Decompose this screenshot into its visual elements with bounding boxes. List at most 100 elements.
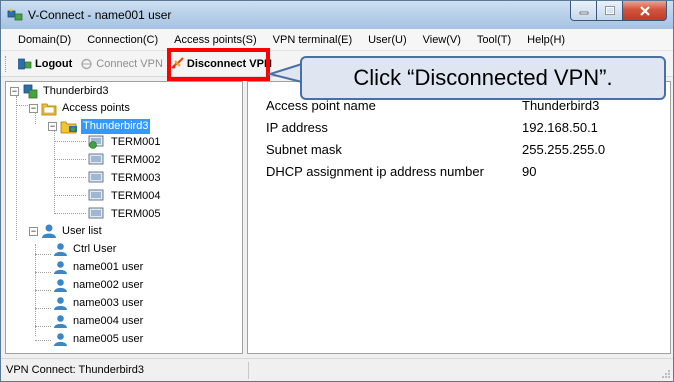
terminal-label: TERM003 [111,171,161,184]
connect-vpn-button[interactable]: Connect VPN [76,53,167,75]
tree-line [54,130,55,214]
terminal-online-icon [88,135,104,149]
tree-line [54,141,86,142]
tree-node-access-points[interactable]: − Access points [29,99,132,117]
tree-node-user[interactable]: name005 user [53,330,145,348]
user-icon [54,242,67,256]
menu-bar: Domain(D) Connection(C) Access points(S)… [1,29,673,51]
tree-node-terminal[interactable]: TERM003 [88,169,163,187]
user-icon [54,278,67,292]
status-text: VPN Connect: Thunderbird3 [1,361,249,379]
connect-vpn-icon [81,58,92,69]
property-row: IP address 192.168.50.1 [266,120,598,135]
user-label: name001 user [73,260,144,273]
menu-connection[interactable]: Connection(C) [79,29,166,51]
tree-user-list-label: User list [62,224,102,237]
tree-line [54,159,86,160]
logout-label: Logout [35,57,73,70]
property-row: Subnet mask 255.255.255.0 [266,142,605,157]
annotation-callout: Click “Disconnected VPN”. [300,56,666,100]
annotation-highlight-box [167,48,270,81]
terminal-label: TERM001 [111,135,161,148]
folder-icon [41,103,57,115]
tree-line [54,195,86,196]
user-icon [54,332,67,346]
domain-network-icon [23,84,38,99]
access-point-folder-icon [60,121,77,133]
tree-node-user[interactable]: name002 user [53,276,145,294]
tree-selected-ap-label: Thunderbird3 [81,118,151,134]
property-value: 192.168.50.1 [522,120,598,135]
tree-line [35,340,51,341]
connect-vpn-label: Connect VPN [96,57,163,70]
tree-line [35,272,51,273]
menu-user[interactable]: User(U) [360,29,415,51]
user-icon [54,296,67,310]
tree-panel[interactable]: − Thunderbird3 − Access points − Thunder… [5,81,243,354]
menu-tool[interactable]: Tool(T) [469,29,519,51]
resize-grip-icon[interactable] [661,369,671,379]
terminal-label: TERM002 [111,153,161,166]
menu-vpn-terminal[interactable]: VPN terminal(E) [265,29,360,51]
menu-help[interactable]: Help(H) [519,29,573,51]
tree-node-user[interactable]: name004 user [53,312,145,330]
terminal-icon [88,171,104,183]
callout-text: Click “Disconnected VPN”. [353,65,613,90]
user-icon [54,314,67,328]
property-value: 90 [522,164,537,179]
detail-panel: Access point name Thunderbird3 IP addres… [247,81,671,354]
tree-node-user-list[interactable]: − User list [29,222,104,240]
menu-view[interactable]: View(V) [415,29,469,51]
terminal-label: TERM005 [111,207,161,220]
maximize-button[interactable] [597,1,623,21]
tree-node-user[interactable]: name001 user [53,258,145,276]
tree-node-user[interactable]: Ctrl User [53,240,118,258]
terminal-label: TERM004 [111,189,161,202]
collapse-toggle[interactable]: − [10,86,19,96]
user-label: name003 user [73,296,144,309]
terminal-icon [88,153,104,165]
maximize-icon [604,6,615,15]
tree-line [54,177,86,178]
terminal-icon [88,189,104,201]
tree-access-points-label: Access points [62,101,130,114]
status-bar: VPN Connect: Thunderbird3 [1,358,673,381]
property-key: IP address [266,120,328,135]
menu-domain[interactable]: Domain(D) [10,29,79,51]
close-icon [639,5,650,16]
tree-node-terminal[interactable]: TERM001 [88,133,163,151]
collapse-toggle[interactable]: − [48,121,57,131]
window-title: V-Connect - name001 user [28,8,172,22]
minimize-icon [579,11,588,14]
close-button[interactable] [623,1,667,21]
user-icon [54,260,67,274]
title-bar[interactable]: V-Connect - name001 user [1,1,673,29]
toolbar-grip[interactable] [5,55,8,72]
logout-button[interactable]: Logout [14,53,76,75]
collapse-toggle[interactable]: − [29,103,38,113]
logout-icon [18,58,32,69]
tree-line [35,290,51,291]
tree-node-user[interactable]: name003 user [53,294,145,312]
user-label: Ctrl User [73,242,117,255]
tree-node-terminal[interactable]: TERM005 [88,205,163,223]
user-group-icon [42,224,56,238]
property-row: DHCP assignment ip address number 90 [266,164,536,179]
app-network-icon [7,8,23,21]
tree-line [16,105,30,106]
property-key: DHCP assignment ip address number [266,164,484,179]
minimize-button[interactable] [570,1,597,21]
user-label: name005 user [73,332,144,345]
tree-line [16,96,17,240]
tree-node-root[interactable]: − Thunderbird3 [10,82,110,100]
tree-line [54,213,86,214]
tree-node-terminal[interactable]: TERM002 [88,151,163,169]
tree-root-label: Thunderbird3 [43,84,109,97]
tree-node-terminal[interactable]: TERM004 [88,187,163,205]
caption-buttons [570,1,667,21]
collapse-toggle[interactable]: − [29,226,38,236]
tree-line [35,308,51,309]
tree-line [35,326,51,327]
property-row: Access point name Thunderbird3 [266,98,599,113]
property-value: Thunderbird3 [522,98,600,113]
